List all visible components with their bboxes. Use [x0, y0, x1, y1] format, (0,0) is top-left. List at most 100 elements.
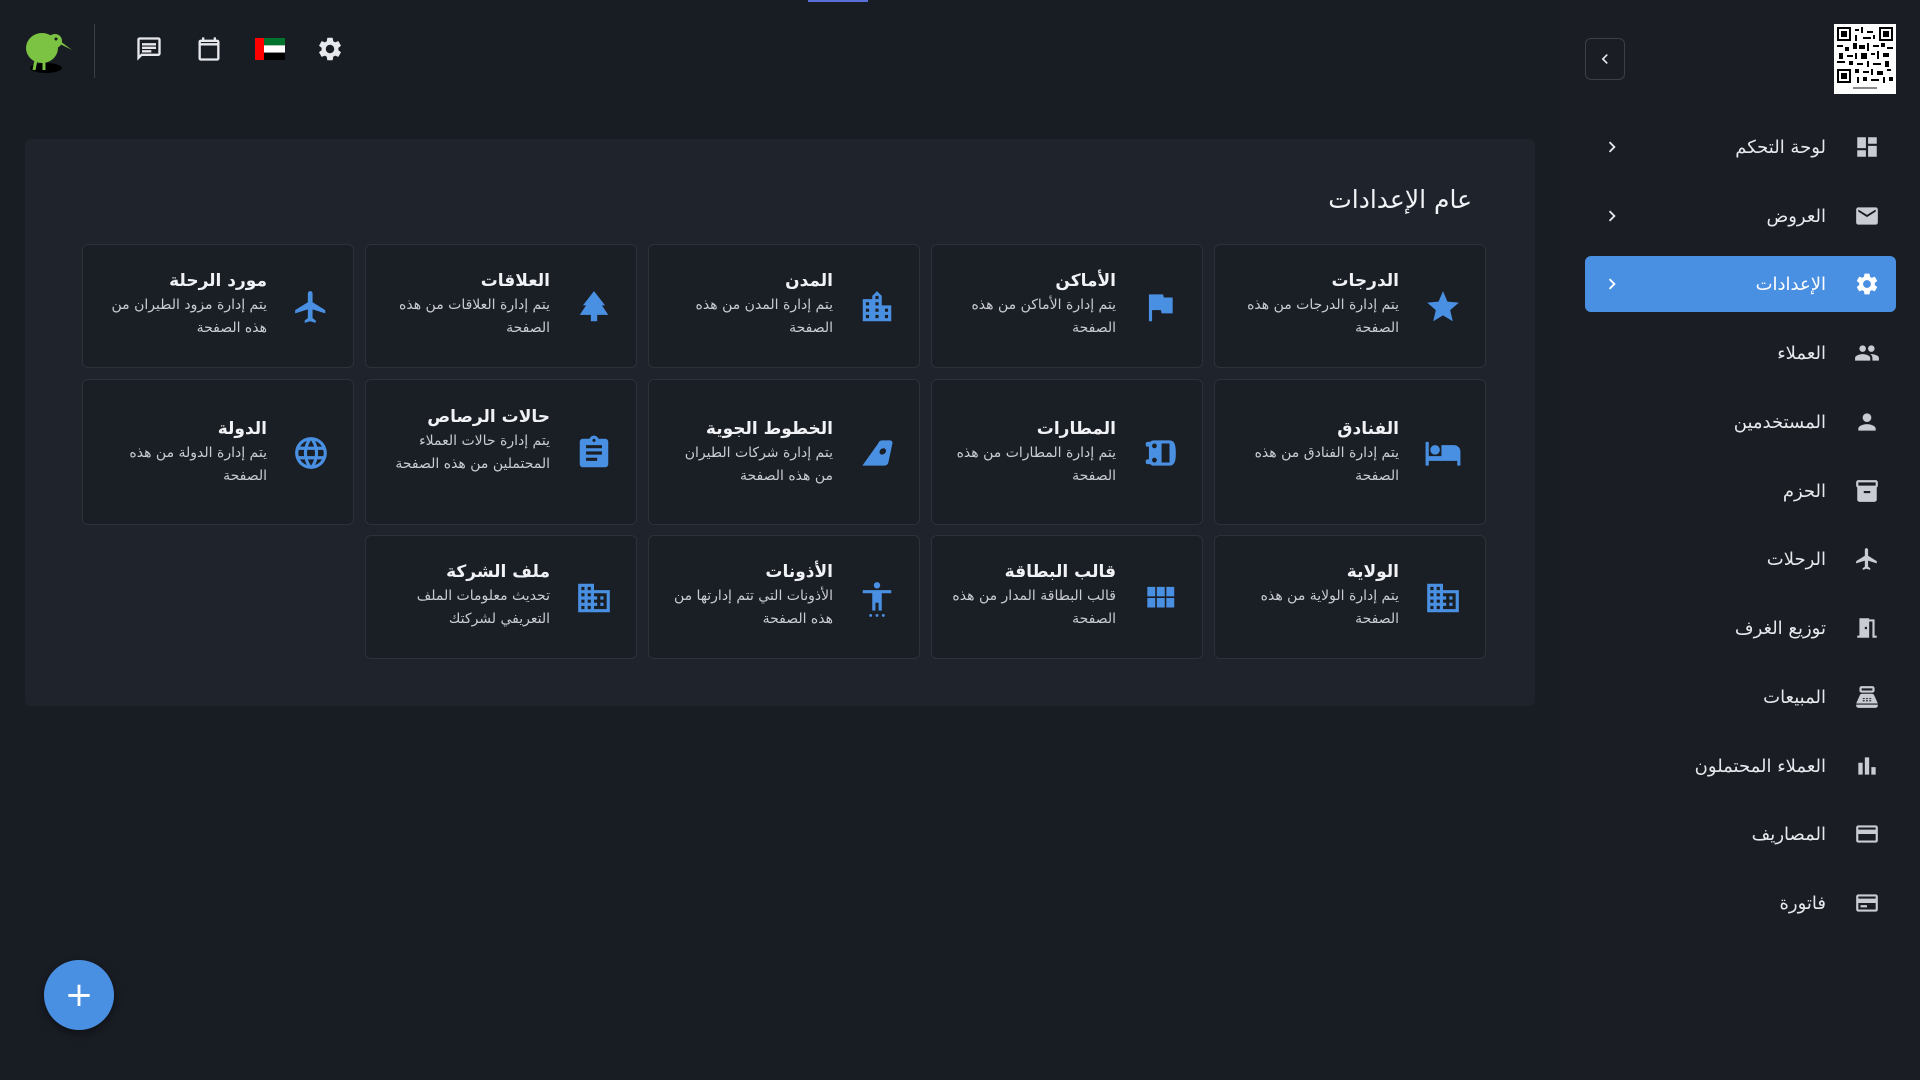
grid-icon — [1140, 578, 1180, 618]
tile-description: يتم إدارة حالات العملاء المحتملين من هذه… — [395, 433, 550, 472]
chevron-left-icon — [1601, 54, 1608, 64]
tile-grades[interactable]: الدرجات يتم إدارة الدرجات من هذه الصفحة — [1214, 244, 1486, 368]
building-icon — [1423, 578, 1463, 618]
chevron-right-icon — [1601, 273, 1623, 295]
dashboard-icon — [1852, 132, 1882, 162]
tile-description: يتم إدارة مزود الطيران من هذه الصفحة — [111, 297, 267, 336]
tile-title: المدن — [785, 271, 833, 291]
tile-state[interactable]: الولاية يتم إدارة الولاية من هذه الصفحة — [1214, 535, 1486, 659]
sidebar-item-leads[interactable]: العملاء المحتملون — [1585, 738, 1896, 794]
person-icon — [1852, 407, 1882, 437]
bed-icon — [1423, 433, 1463, 473]
bar-chart-icon — [1852, 751, 1882, 781]
sidebar-item-sales[interactable]: المبيعات — [1585, 669, 1896, 725]
tile-description: يتم إدارة الولاية من هذه الصفحة — [1260, 588, 1399, 627]
uae-flag-icon[interactable] — [255, 34, 285, 64]
accessibility-icon — [857, 578, 897, 618]
gear-icon — [1852, 269, 1882, 299]
tile-airlines[interactable]: الخطوط الجوية يتم إدارة شركات الطيران من… — [648, 379, 920, 525]
sidebar-collapse-button[interactable] — [1585, 38, 1625, 80]
sidebar-item-expenses[interactable]: المصاريف — [1585, 806, 1896, 862]
kiwi-logo — [20, 24, 74, 76]
tile-description: يتم إدارة العلاقات من هذه الصفحة — [399, 297, 550, 336]
tile-relations[interactable]: العلاقات يتم إدارة العلاقات من هذه الصفح… — [365, 244, 637, 368]
tile-title: المطارات — [1036, 419, 1116, 439]
tile-description: يتم إدارة شركات الطيران من هذه الصفحة — [684, 445, 833, 484]
tile-title: الدرجات — [1331, 271, 1399, 291]
sidebar-item-clients[interactable]: العملاء — [1585, 325, 1896, 381]
airplane-icon — [291, 287, 331, 327]
door-icon — [1852, 613, 1882, 643]
mail-icon — [1852, 201, 1882, 231]
tile-title: الولاية — [1346, 562, 1399, 582]
tile-description: قالب البطاقة المدار من هذه الصفحة — [952, 588, 1116, 627]
sidebar-item-label: توزيع الغرف — [1734, 617, 1826, 639]
top-header — [0, 0, 1560, 100]
airplane-icon — [1852, 544, 1882, 574]
sidebar-item-invoice[interactable]: فاتورة — [1585, 875, 1896, 931]
register-icon — [1852, 682, 1882, 712]
tile-description: يتم إدارة المدن من هذه الصفحة — [695, 297, 833, 336]
chat-icon[interactable] — [134, 34, 164, 64]
header-divider — [94, 24, 95, 78]
plus-icon: + — [64, 975, 94, 1015]
add-fab-button[interactable]: + — [44, 960, 114, 1030]
tile-places[interactable]: الأماكن يتم إدارة الأماكن من هذه الصفحة — [931, 244, 1203, 368]
qr-code — [1834, 24, 1896, 94]
general-settings-card: عام الإعدادات الدرجات يتم إدارة الدرجات … — [25, 139, 1535, 706]
wallet-icon — [1852, 888, 1882, 918]
sidebar-item-trips[interactable]: الرحلات — [1585, 531, 1896, 587]
page-title: عام الإعدادات — [1328, 185, 1472, 214]
tile-title: العلاقات — [480, 271, 550, 291]
sidebar-item-offers[interactable]: العروض — [1585, 188, 1896, 244]
tile-title: الأذونات — [765, 562, 833, 582]
tile-description: الأذونات التي تتم إدارتها من هذه الصفحة — [673, 588, 833, 627]
flag-icon — [1140, 287, 1180, 327]
credit-card-icon — [1852, 819, 1882, 849]
airline-icon — [857, 433, 897, 473]
tile-airports[interactable]: المطارات يتم إدارة المطارات من هذه الصفح… — [931, 379, 1203, 525]
tile-company-profile[interactable]: ملف الشركة تحديث معلومات الملف التعريفي … — [365, 535, 637, 659]
tile-permissions[interactable]: الأذونات الأذونات التي تتم إدارتها من هذ… — [648, 535, 920, 659]
sidebar-item-label: لوحة التحكم — [1735, 136, 1826, 158]
archive-icon — [1852, 476, 1882, 506]
tile-description: يتم إدارة الدرجات من هذه الصفحة — [1247, 297, 1399, 336]
tile-description: يتم إدارة الدولة من هذه الصفحة — [129, 445, 267, 484]
tile-title: الفنادق — [1337, 419, 1399, 439]
tile-card-template[interactable]: قالب البطاقة قالب البطاقة المدار من هذه … — [931, 535, 1203, 659]
tile-country[interactable]: الدولة يتم إدارة الدولة من هذه الصفحة — [82, 379, 354, 525]
sidebar-item-label: الحزم — [1782, 480, 1826, 502]
tile-title: ملف الشركة — [446, 562, 550, 582]
chevron-right-icon — [1601, 205, 1623, 227]
calendar-icon[interactable] — [194, 34, 224, 64]
tile-title: قالب البطاقة — [1004, 562, 1116, 582]
tile-flight-supplier[interactable]: مورد الرحلة يتم إدارة مزود الطيران من هذ… — [82, 244, 354, 368]
tile-title: الخطوط الجوية — [705, 419, 833, 439]
sidebar-item-settings[interactable]: الإعدادات — [1585, 256, 1896, 312]
sidebar-item-label: المستخدمين — [1733, 411, 1826, 433]
settings-gear-icon[interactable] — [315, 34, 345, 64]
sidebar-item-users[interactable]: المستخدمين — [1585, 394, 1896, 450]
tile-lead-statuses[interactable]: حالات الرصاص يتم إدارة حالات العملاء الم… — [365, 379, 637, 525]
tree-icon — [574, 287, 614, 327]
sidebar-item-label: الرحلات — [1766, 548, 1826, 570]
tile-title: مورد الرحلة — [169, 271, 267, 291]
globe-icon — [291, 433, 331, 473]
tile-cities[interactable]: المدن يتم إدارة المدن من هذه الصفحة — [648, 244, 920, 368]
chevron-right-icon — [1601, 136, 1623, 158]
sidebar-item-dashboard[interactable]: لوحة التحكم — [1585, 119, 1896, 175]
sidebar-item-label: العروض — [1766, 205, 1826, 227]
sidebar-item-packages[interactable]: الحزم — [1585, 463, 1896, 519]
bus-icon — [1140, 433, 1180, 473]
city-icon — [857, 287, 897, 327]
tile-title: حالات الرصاص — [427, 407, 550, 427]
sidebar: لوحة التحكم العروض الإعدادات العملاء الم… — [1560, 0, 1920, 1080]
sidebar-item-room-allocation[interactable]: توزيع الغرف — [1585, 600, 1896, 656]
tile-hotels[interactable]: الفنادق يتم إدارة الفنادق من هذه الصفحة — [1214, 379, 1486, 525]
tile-description: يتم إدارة الأماكن من هذه الصفحة — [971, 297, 1116, 336]
sidebar-item-label: المصاريف — [1751, 823, 1826, 845]
tile-title: الدولة — [217, 419, 267, 439]
tile-description: تحديث معلومات الملف التعريفي لشركتك — [416, 588, 550, 627]
sidebar-item-label: فاتورة — [1779, 892, 1826, 914]
tile-description: يتم إدارة الفنادق من هذه الصفحة — [1254, 445, 1399, 484]
